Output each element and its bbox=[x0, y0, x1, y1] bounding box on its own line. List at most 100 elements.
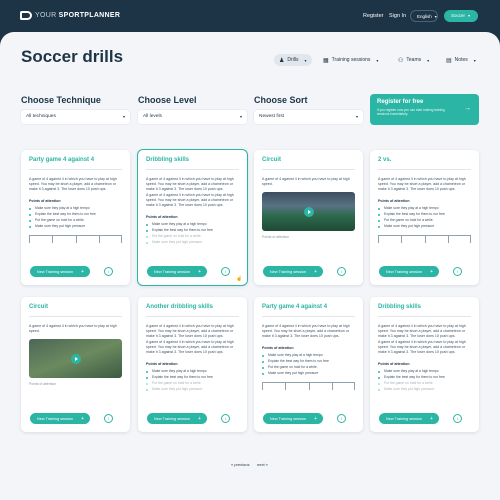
point-item: Explain the best way for them to run fre… bbox=[29, 212, 122, 217]
divider bbox=[378, 316, 471, 317]
point-item: Explain the best way for them to run fre… bbox=[262, 359, 355, 364]
plus-icon: + bbox=[314, 268, 317, 275]
points-list: Make sure they play at a high tempo Expl… bbox=[378, 369, 471, 392]
drill-description: A game of 4 against 4 in which you have … bbox=[146, 176, 234, 192]
drill-title[interactable]: Dribbling skills bbox=[146, 157, 239, 163]
nav-training-sessions[interactable]: ▦ Training sessions ▾ bbox=[323, 54, 378, 66]
field-diagram bbox=[378, 235, 471, 245]
nav-teams[interactable]: ⚇ Teams ▾ bbox=[398, 54, 429, 66]
info-icon[interactable]: i bbox=[104, 267, 113, 276]
drill-title[interactable]: Party game 4 against 4 bbox=[29, 157, 122, 163]
technique-select[interactable]: All techniques ▾ bbox=[21, 110, 130, 124]
point-item: Explain the best way for them to run fre… bbox=[146, 228, 239, 233]
pagination-previous[interactable]: « previous bbox=[231, 462, 249, 467]
new-training-session-button[interactable]: New Training session + bbox=[30, 266, 90, 277]
plus-icon: + bbox=[81, 415, 84, 422]
drill-title[interactable]: Circuit bbox=[262, 157, 355, 163]
sort-select[interactable]: Newest first ▾ bbox=[254, 110, 363, 124]
info-icon[interactable]: i bbox=[337, 414, 346, 423]
drill-video-thumbnail[interactable] bbox=[262, 192, 355, 232]
info-icon[interactable]: i bbox=[221, 414, 230, 423]
drill-card[interactable]: Circuit A game of 4 against 4 in which y… bbox=[21, 297, 130, 432]
register-promo[interactable]: Register for free If you register now yo… bbox=[370, 94, 479, 125]
sport-select[interactable]: Soccer ▾ bbox=[444, 10, 478, 22]
logo-mark-icon bbox=[20, 11, 32, 20]
drill-title[interactable]: Party game 4 against 4 bbox=[262, 304, 355, 310]
chevron-down-icon: ▾ bbox=[434, 14, 437, 19]
point-item: Make sure they play at a high tempo bbox=[378, 369, 471, 374]
drill-title[interactable]: Circuit bbox=[29, 304, 122, 310]
plus-icon: + bbox=[81, 268, 84, 275]
drill-card[interactable]: Dribbling skills A game of 4 against 4 i… bbox=[370, 297, 479, 432]
cursor-icon: ☝ bbox=[236, 276, 243, 282]
brand-logo[interactable]: YOUR SPORTPLANNER bbox=[20, 11, 120, 20]
new-training-session-button[interactable]: New Training session + bbox=[30, 413, 90, 424]
drill-card[interactable]: 2 vs. A game of 4 against 4 in which you… bbox=[370, 150, 479, 285]
drill-description: A game of 4 against 4 in which you have … bbox=[146, 339, 234, 355]
drill-title[interactable]: 2 vs. bbox=[378, 157, 471, 163]
drill-card[interactable]: Circuit A game of 4 against 4 in which y… bbox=[254, 150, 363, 285]
info-icon[interactable]: i bbox=[453, 414, 462, 423]
drill-video-thumbnail[interactable] bbox=[29, 339, 122, 379]
divider bbox=[262, 316, 355, 317]
drill-description: A game of 4 against 4 in which you have … bbox=[378, 339, 466, 355]
drill-card[interactable]: Dribbling skills A game of 4 against 4 i… bbox=[138, 150, 247, 285]
promo-subtitle: If you register now you can start making… bbox=[377, 108, 445, 117]
chevron-down-icon: ▾ bbox=[304, 57, 307, 63]
points-of-attention-heading: Points of attention bbox=[146, 361, 178, 366]
new-training-session-button[interactable]: New Training session + bbox=[379, 266, 439, 277]
point-item: Put the game on hold for a while. bbox=[378, 381, 471, 386]
promo-title: Register for free bbox=[377, 99, 424, 105]
play-icon[interactable] bbox=[303, 206, 314, 217]
chevron-down-icon: ▾ bbox=[355, 114, 358, 119]
drill-card[interactable]: Party game 4 against 4 A game of 4 again… bbox=[21, 150, 130, 285]
point-item: Make sure they play at a high tempo bbox=[146, 369, 239, 374]
drill-description: A game of 4 against 4 in which you have … bbox=[262, 176, 350, 186]
chevron-down-icon: ▾ bbox=[427, 57, 430, 63]
drill-card[interactable]: Another dribbling skills A game of 4 aga… bbox=[138, 297, 247, 432]
divider bbox=[29, 169, 122, 170]
points-of-attention-heading: Points of attention bbox=[378, 361, 410, 366]
point-item: Explain the best way for them to run fre… bbox=[378, 375, 471, 380]
play-icon[interactable] bbox=[70, 353, 81, 364]
info-icon[interactable]: i bbox=[337, 267, 346, 276]
info-icon[interactable]: i bbox=[104, 414, 113, 423]
language-select[interactable]: English ▾ bbox=[410, 10, 438, 22]
new-training-session-button[interactable]: New Training session + bbox=[147, 266, 207, 277]
drill-description: A game of 4 against 4 in which you have … bbox=[378, 323, 466, 339]
points-of-attention-heading: Points of attention bbox=[29, 198, 61, 203]
drill-title[interactable]: Dribbling skills bbox=[378, 304, 471, 310]
plus-icon: + bbox=[430, 415, 433, 422]
point-item: Make sure they play at a high tempo bbox=[146, 222, 239, 227]
points-list: Make sure they play at a high tempo Expl… bbox=[146, 222, 239, 245]
divider bbox=[29, 316, 122, 317]
new-training-session-button[interactable]: New Training session + bbox=[379, 413, 439, 424]
point-item: Make sure they put high pressure bbox=[146, 240, 239, 245]
plus-icon: + bbox=[198, 268, 201, 275]
register-link[interactable]: Register bbox=[363, 13, 383, 19]
level-label: Choose Level bbox=[138, 95, 197, 105]
divider bbox=[146, 169, 239, 170]
point-item: Put the game on hold for a while. bbox=[29, 218, 122, 223]
plus-icon: + bbox=[198, 415, 201, 422]
points-list: Make sure they play at a high tempo Expl… bbox=[29, 206, 122, 229]
new-training-session-button[interactable]: New Training session + bbox=[263, 413, 323, 424]
nav-drills[interactable]: ♟ Drills ▾ bbox=[274, 54, 312, 66]
sign-in-link[interactable]: Sign In bbox=[389, 13, 406, 19]
points-of-attention-heading: Points of attention bbox=[29, 382, 57, 387]
drill-title[interactable]: Another dribbling skills bbox=[146, 304, 239, 310]
sort-label: Choose Sort bbox=[254, 95, 308, 105]
new-training-session-button[interactable]: New Training session + bbox=[147, 413, 207, 424]
info-icon[interactable]: i bbox=[453, 267, 462, 276]
new-training-session-button[interactable]: New Training session + bbox=[263, 266, 323, 277]
field-diagram bbox=[29, 235, 122, 245]
info-icon[interactable]: i bbox=[221, 267, 230, 276]
chevron-down-icon: ▾ bbox=[239, 114, 242, 119]
level-select[interactable]: All levels ▾ bbox=[138, 110, 247, 124]
drill-card[interactable]: Party game 4 against 4 A game of 4 again… bbox=[254, 297, 363, 432]
divider bbox=[146, 316, 239, 317]
pagination-next[interactable]: next » bbox=[257, 462, 268, 467]
point-item: Put the game on hold for a while. bbox=[262, 365, 355, 370]
nav-notes[interactable]: ▤ Notes ▾ bbox=[446, 54, 476, 66]
point-item: Make sure they put high pressure bbox=[29, 224, 122, 229]
